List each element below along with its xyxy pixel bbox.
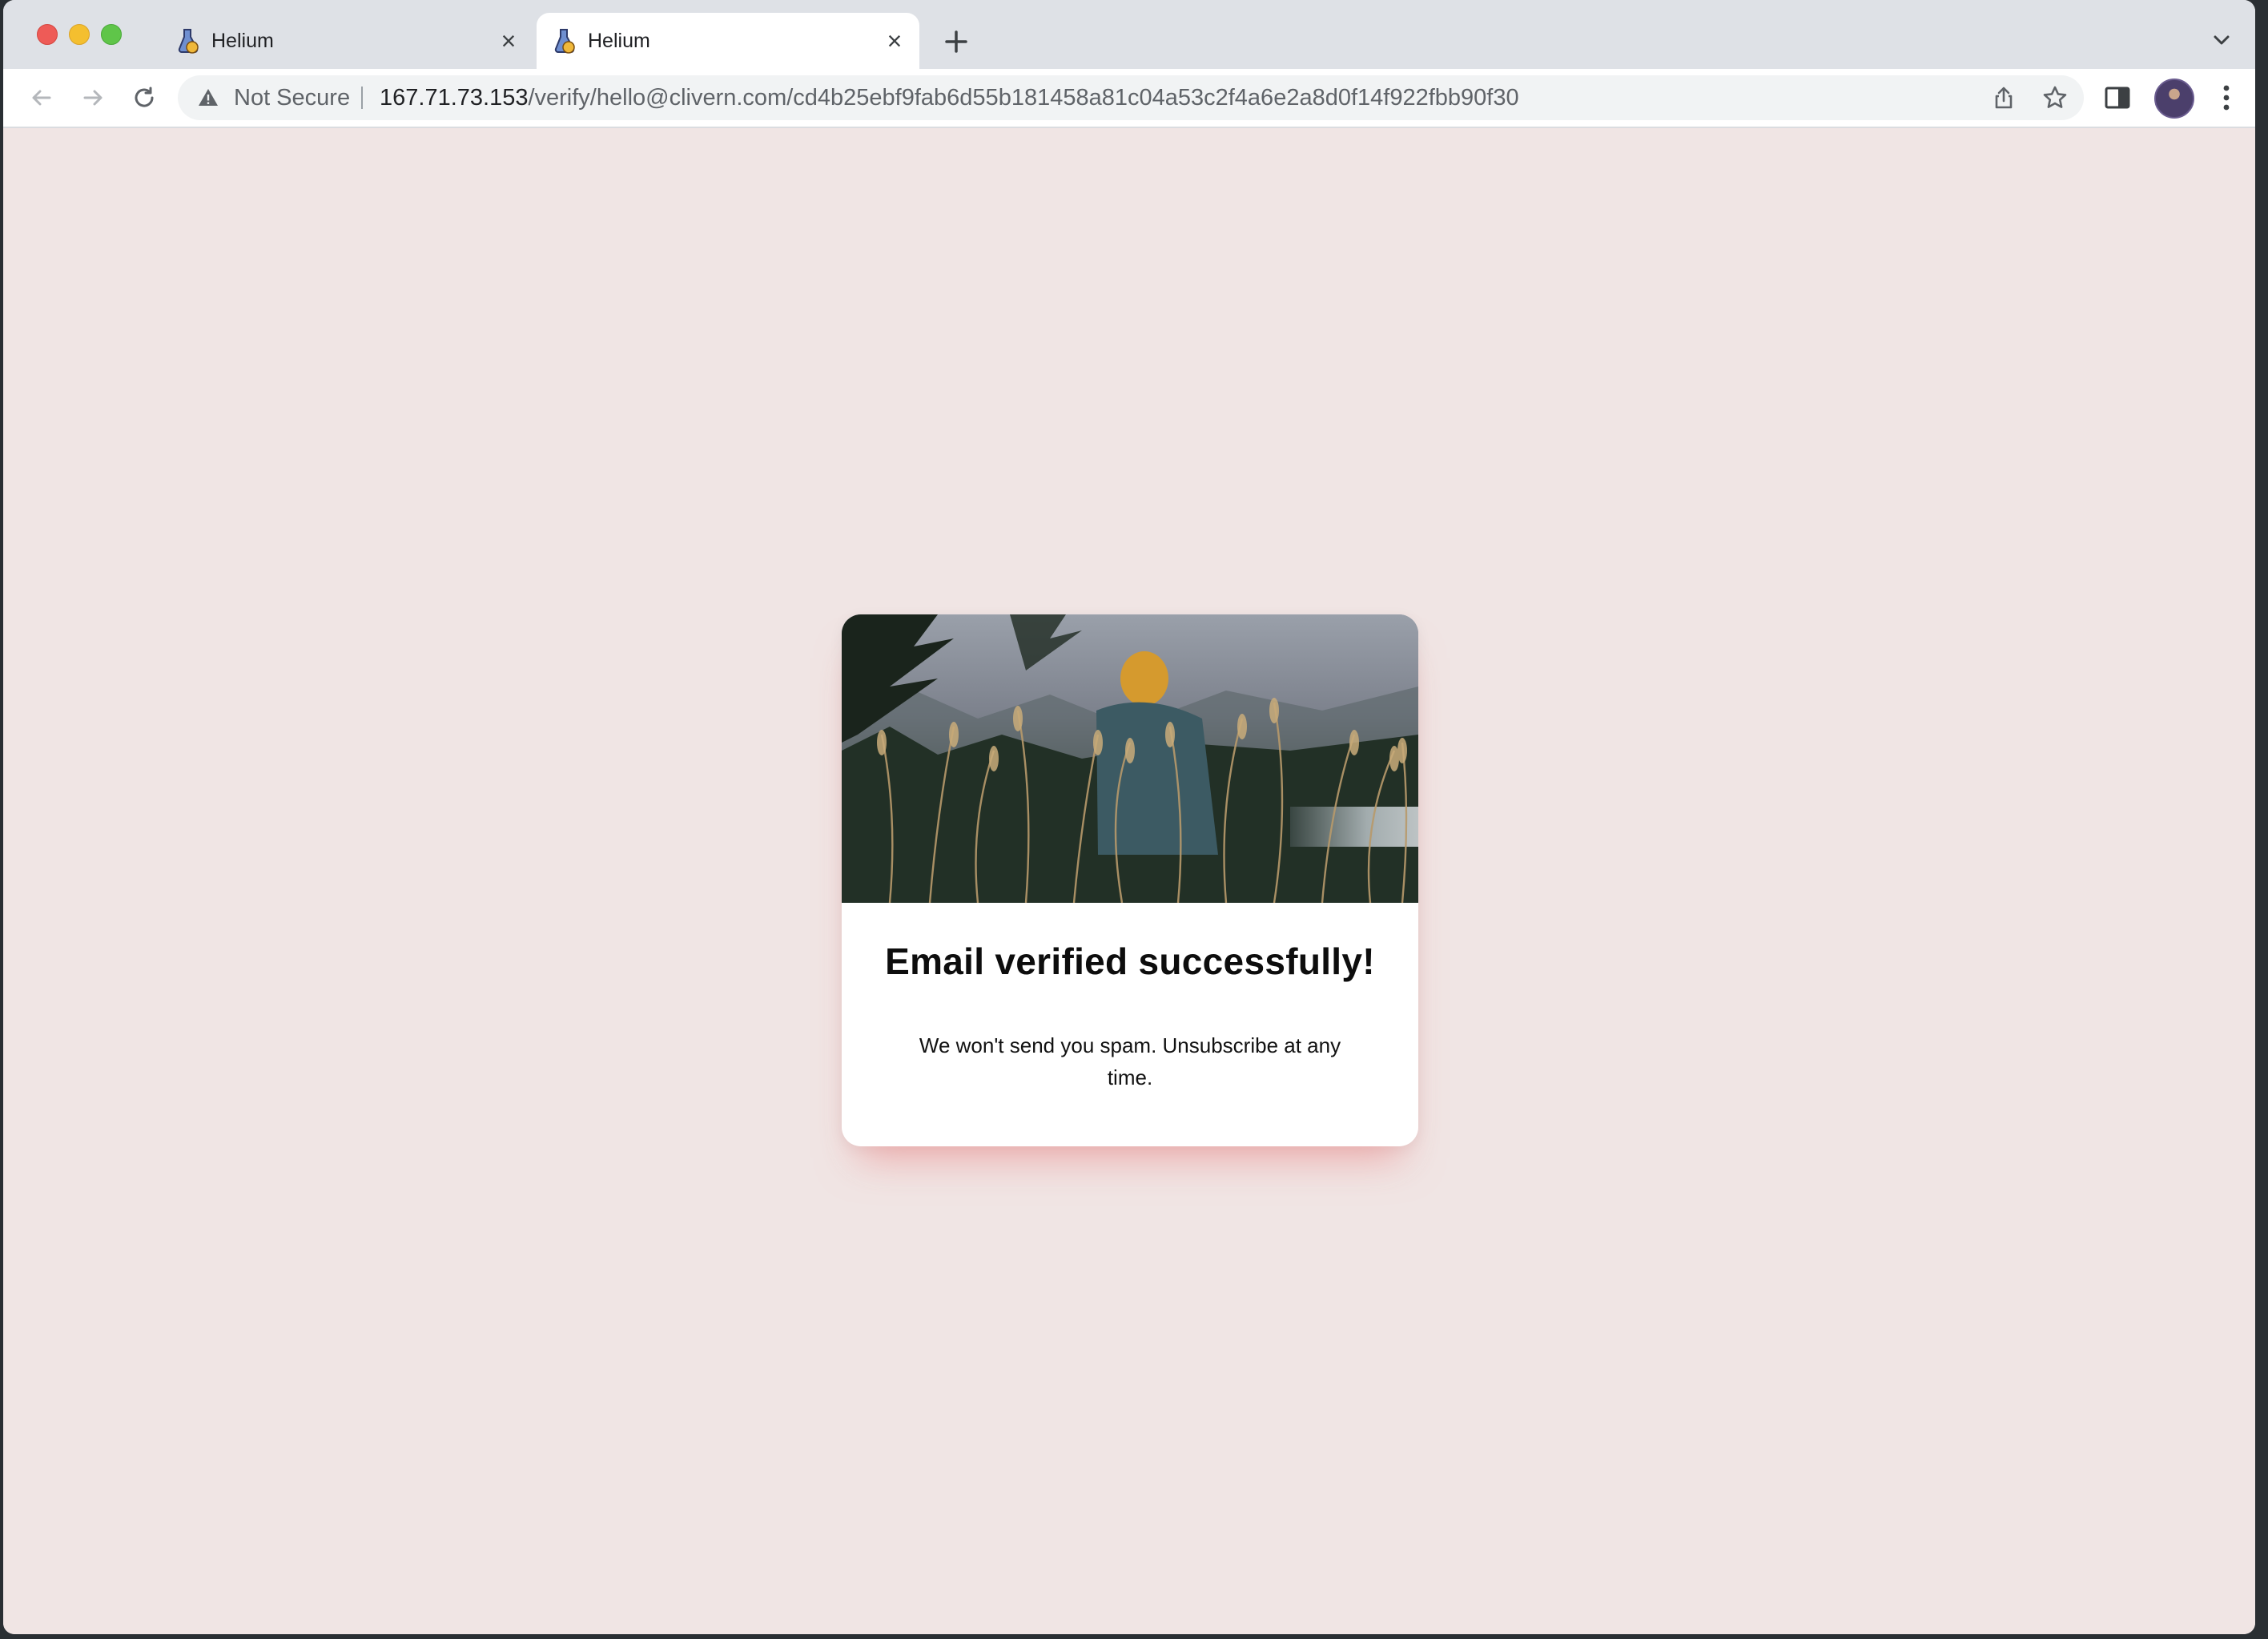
hero-image xyxy=(842,614,1418,903)
url-text[interactable]: 167.71.73.153/verify/hello@clivern.com/c… xyxy=(380,75,1519,120)
tab-title: Helium xyxy=(588,30,650,52)
back-arrow-icon[interactable] xyxy=(26,82,58,114)
security-label[interactable]: Not Secure xyxy=(234,75,350,120)
card-message: We won't send you spam. Unsubscribe at a… xyxy=(919,1033,1341,1089)
tab-strip: Helium × Helium × xyxy=(3,0,2255,69)
address-bar[interactable]: Not Secure 167.71.73.153/verify/hello@cl… xyxy=(178,75,2084,120)
url-path: /verify/hello@clivern.com/cd4b25ebf9fab6… xyxy=(528,85,1519,111)
kebab-menu-icon[interactable] xyxy=(2212,82,2241,114)
tab-title: Helium xyxy=(211,30,274,52)
tab-helium-1[interactable]: Helium × xyxy=(160,13,533,69)
divider xyxy=(361,87,363,109)
close-icon[interactable]: × xyxy=(495,27,522,54)
warning-icon[interactable] xyxy=(197,87,219,109)
avatar[interactable] xyxy=(2154,79,2194,119)
tab-helium-2[interactable]: Helium × xyxy=(537,13,919,69)
minimize-window-button[interactable] xyxy=(69,24,90,45)
page-title: Email verified successfully! xyxy=(885,940,1375,982)
close-window-button[interactable] xyxy=(37,24,58,45)
plus-icon xyxy=(945,30,967,53)
close-icon[interactable]: × xyxy=(881,27,908,54)
reload-icon[interactable] xyxy=(128,82,160,114)
page-viewport: Email verified successfully! We won't se… xyxy=(3,128,2255,1634)
flask-favicon-icon xyxy=(554,29,575,54)
flask-favicon-icon xyxy=(178,29,199,54)
star-icon[interactable] xyxy=(2042,85,2068,111)
browser-window: Helium × Helium × Not Secure 167.71.73.1… xyxy=(3,0,2255,1634)
tab-search-icon[interactable] xyxy=(2207,26,2236,54)
url-host: 167.71.73.153 xyxy=(380,85,529,111)
verification-card: Email verified successfully! We won't se… xyxy=(842,614,1418,1146)
new-tab-button[interactable] xyxy=(939,24,974,59)
browser-toolbar: Not Secure 167.71.73.153/verify/hello@cl… xyxy=(3,69,2255,128)
share-icon[interactable] xyxy=(1991,85,2017,111)
maximize-window-button[interactable] xyxy=(101,24,122,45)
forward-arrow-icon[interactable] xyxy=(77,82,109,114)
side-panel-icon[interactable] xyxy=(2103,83,2132,112)
